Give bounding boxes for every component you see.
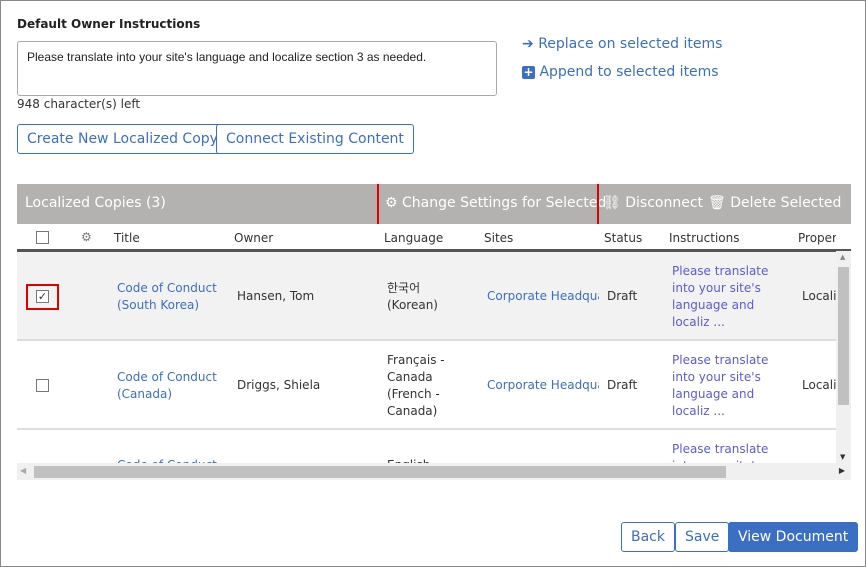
horizontal-scrollbar[interactable]: ◀ ▶ [17, 463, 851, 480]
localized-copies-grid: Localized Copies (3) ⚙ Change Settings f… [17, 184, 851, 480]
plus-square-icon: + [522, 65, 535, 79]
row-status: Draft [607, 378, 638, 392]
row-instructions-link[interactable]: Please translate into your site's langua… [672, 263, 772, 331]
select-all-checkbox[interactable] [36, 231, 49, 244]
col-properties[interactable]: Proper [798, 231, 836, 245]
col-instructions[interactable]: Instructions [669, 231, 739, 245]
row-properties: Locali [802, 289, 836, 303]
row-instructions-link[interactable]: Please translate into your site's langua… [672, 352, 772, 420]
col-owner[interactable]: Owner [234, 231, 273, 245]
back-button[interactable]: Back [621, 522, 675, 552]
chars-left: 948 character(s) left [17, 97, 141, 111]
append-link[interactable]: + Append to selected items [522, 64, 719, 80]
trash-icon: 🗑 [708, 195, 726, 211]
col-title[interactable]: Title [114, 231, 140, 245]
table-row: Code of Conduct (Canada) Driggs, Shiela … [17, 341, 851, 430]
row-sites-link[interactable]: Corporate Headqua [487, 378, 599, 392]
vertical-scrollbar[interactable]: ▲ ▼ [836, 251, 851, 463]
connect-existing-button[interactable]: Connect Existing Content [216, 124, 414, 154]
delete-label: Delete Selected [730, 195, 842, 211]
row-language: 한국어 (Korean) [387, 281, 438, 312]
col-sites[interactable]: Sites [484, 231, 513, 245]
view-document-button[interactable]: View Document [728, 522, 859, 552]
link-icon: ⛓ [603, 195, 621, 211]
disconnect-button[interactable]: ⛓ Disconnect [603, 195, 703, 211]
row-checkbox-checked[interactable]: ✓ [36, 290, 49, 303]
create-localized-copy-button[interactable]: Create New Localized Copy [17, 124, 228, 154]
row-properties: Locali [802, 378, 836, 392]
row-owner: Hansen, Tom [237, 289, 315, 303]
append-label: Append to selected items [539, 64, 719, 80]
horizontal-scroll-thumb[interactable] [34, 466, 726, 478]
disconnect-label: Disconnect [625, 195, 704, 211]
row-checkbox[interactable] [36, 379, 49, 392]
row-owner: Driggs, Shiela [237, 378, 321, 392]
delete-selected-button[interactable]: 🗑 Delete Selected [708, 195, 841, 211]
grid-header: ⚙ Title Owner Language Sites Status Inst… [17, 224, 851, 252]
row-status: Draft [607, 289, 638, 303]
row-title-link[interactable]: Code of Conduct (South Korea) [117, 280, 227, 314]
col-status[interactable]: Status [604, 231, 642, 245]
arrow-right-icon: ➔ [522, 36, 534, 52]
row-language: Français - Canada (French - Canada) [387, 353, 445, 418]
save-button[interactable]: Save [675, 522, 730, 552]
row-sites-link[interactable]: Corporate Headqua [487, 289, 599, 303]
instructions-label: Default Owner Instructions [17, 17, 201, 31]
vertical-scroll-thumb[interactable] [838, 267, 849, 405]
replace-label: Replace on selected items [538, 36, 723, 52]
grid-title: Localized Copies (3) [25, 195, 166, 211]
replace-link[interactable]: ➔ Replace on selected items [522, 36, 722, 52]
highlight-box [377, 184, 599, 227]
col-language[interactable]: Language [384, 231, 443, 245]
row-title-link[interactable]: Code of Conduct (Canada) [117, 369, 227, 403]
gear-icon: ⚙ [81, 230, 92, 244]
table-row: ✓ Code of Conduct (South Korea) Hansen, … [17, 252, 851, 341]
instructions-textarea[interactable]: Please translate into your site's langua… [17, 41, 497, 96]
